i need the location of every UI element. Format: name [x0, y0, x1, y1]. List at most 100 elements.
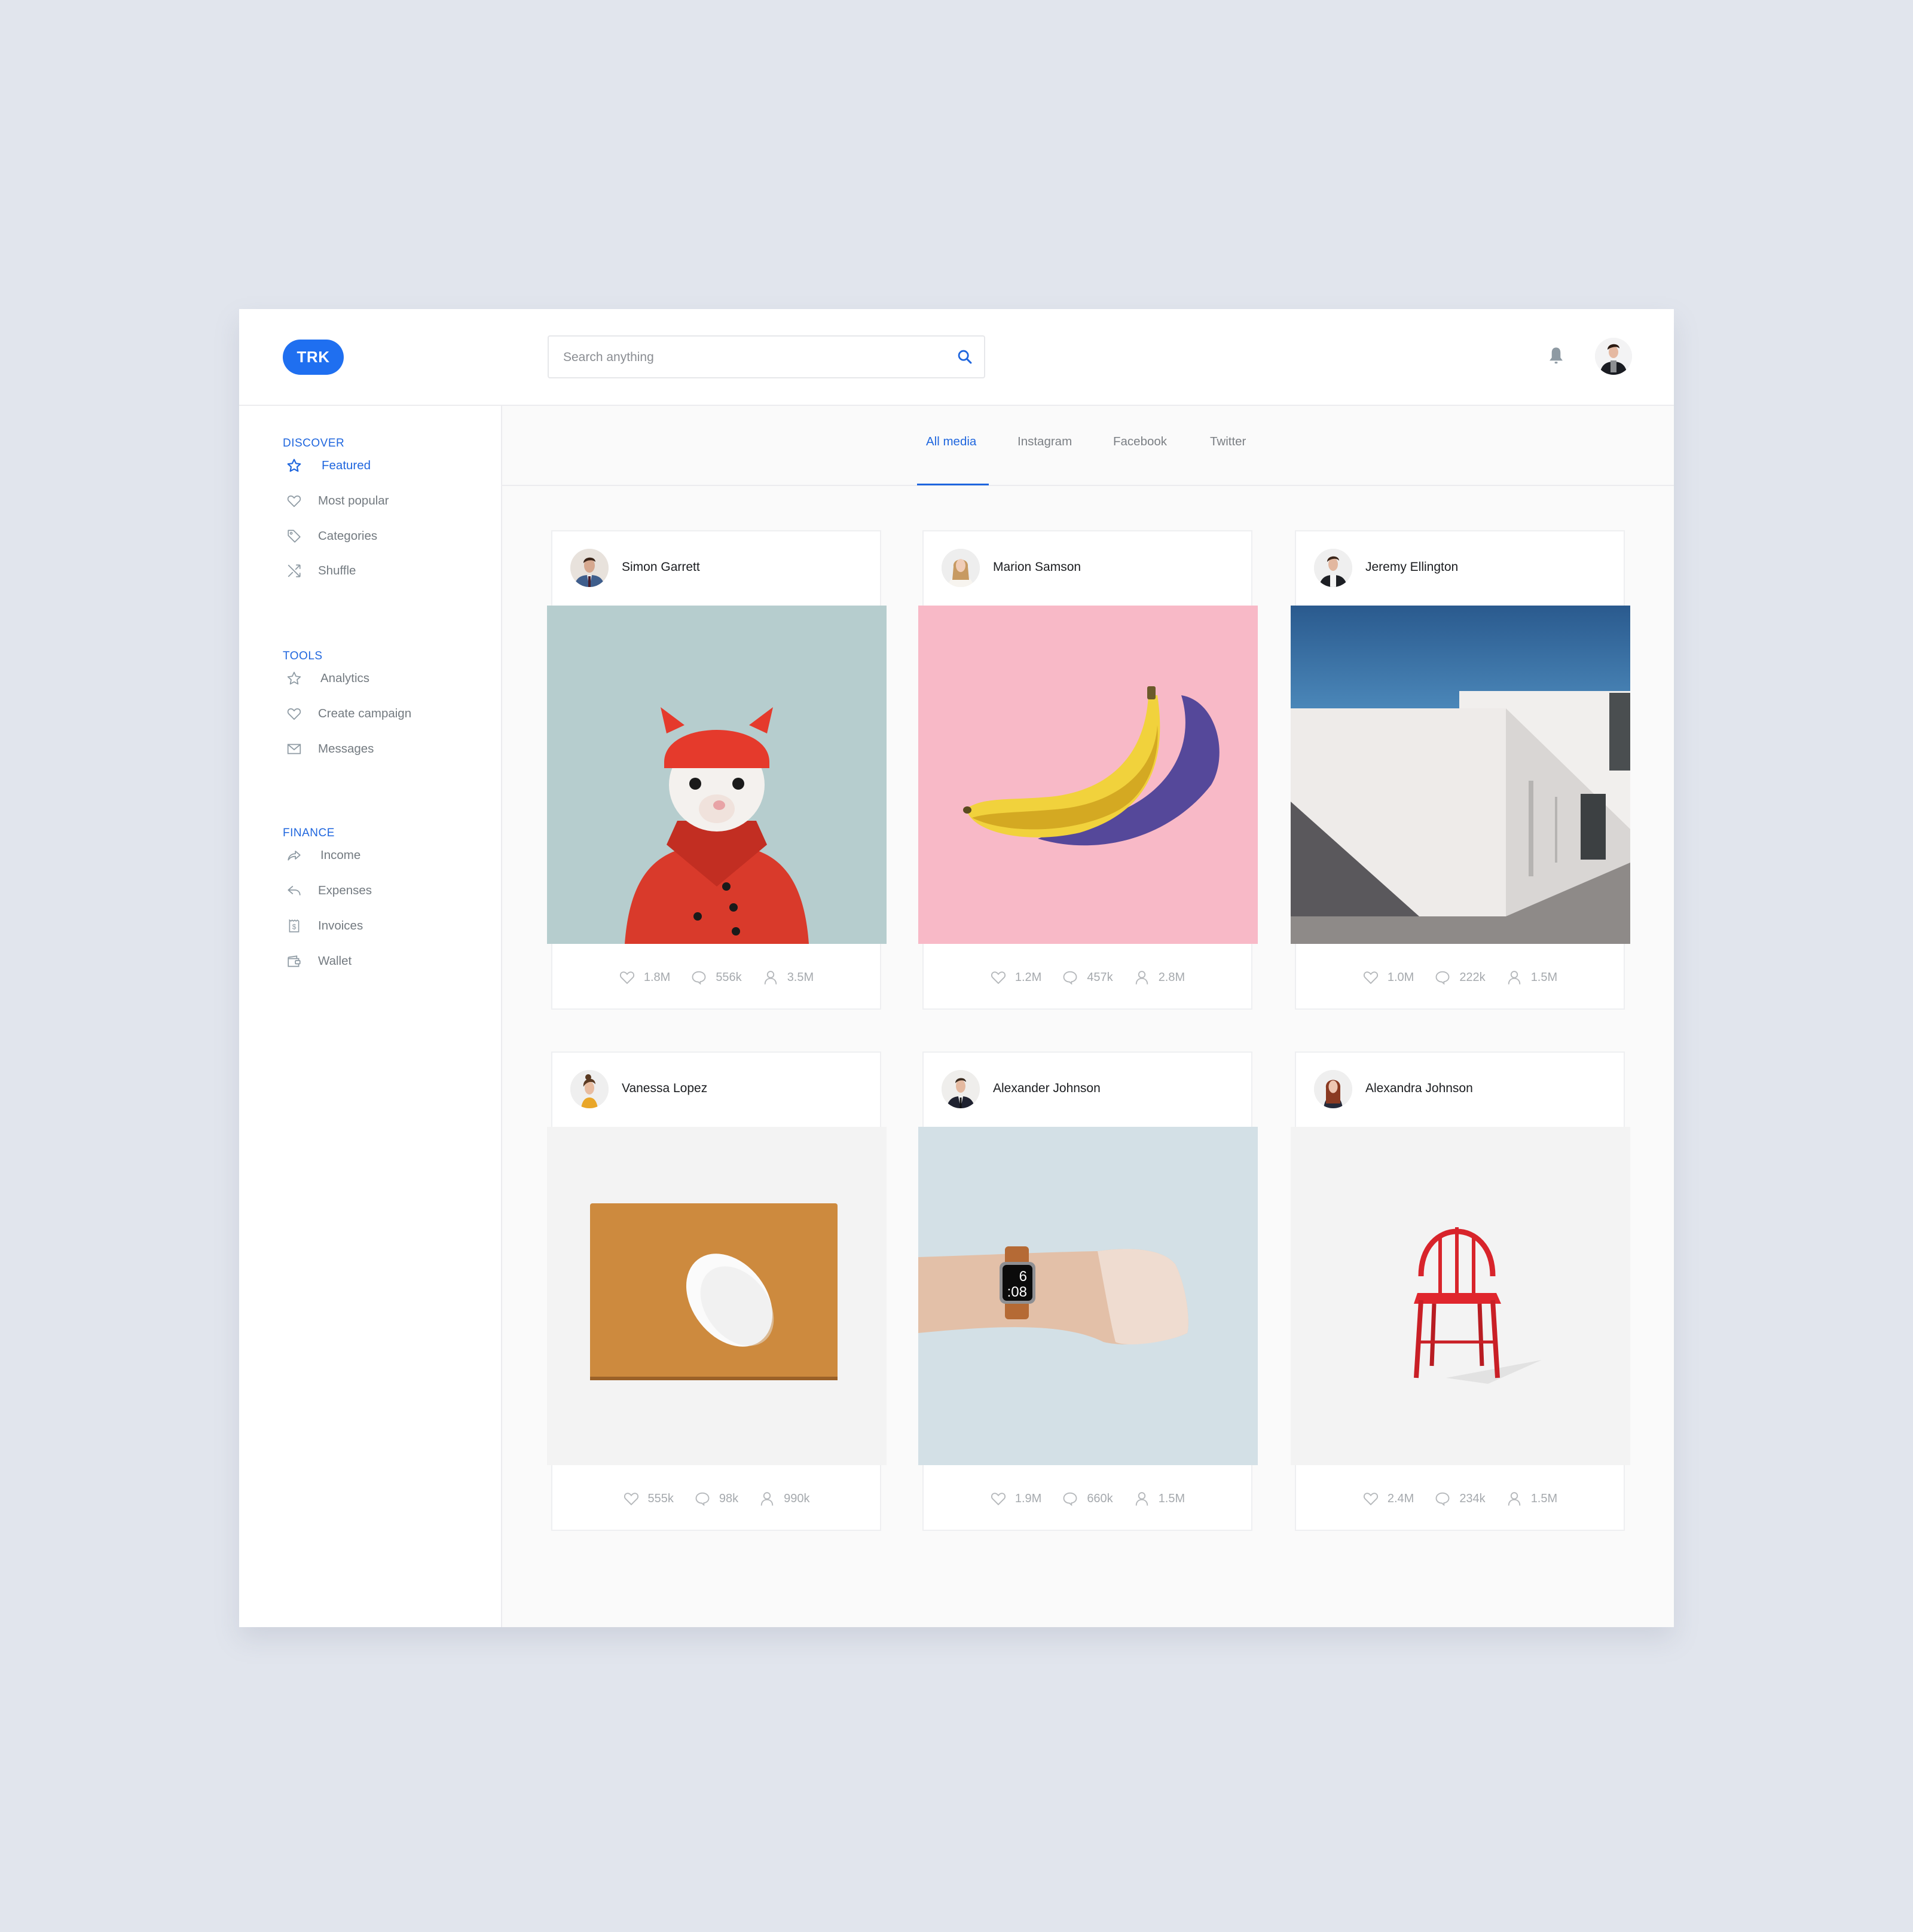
sidebar-item-label: Categories: [318, 529, 378, 543]
sidebar-item-analytics[interactable]: Analytics: [286, 667, 369, 690]
likes-count: 555k: [647, 1491, 674, 1505]
sidebar-item-featured[interactable]: Featured: [286, 454, 371, 478]
comments-stat[interactable]: 457k: [1062, 969, 1113, 986]
post-image[interactable]: [547, 606, 887, 944]
likes-stat[interactable]: 1.2M: [990, 969, 1041, 986]
sidebar-item-invoices[interactable]: $ Invoices: [286, 914, 363, 938]
followers-stat[interactable]: 1.5M: [1133, 1490, 1185, 1507]
followers-stat[interactable]: 3.5M: [762, 969, 814, 986]
user-icon: [1508, 971, 1520, 985]
sidebar-item-most-popular[interactable]: Most popular: [286, 489, 389, 513]
heart-icon: [991, 1493, 1006, 1506]
post-image[interactable]: [1291, 606, 1630, 944]
author-name[interactable]: Simon Garrett: [622, 560, 700, 574]
likes-count: 1.8M: [643, 970, 671, 984]
card-header: Alexandra Johnson: [1296, 1053, 1624, 1127]
author-avatar[interactable]: [1314, 1070, 1352, 1108]
followers-stat[interactable]: 990k: [759, 1490, 810, 1507]
card-header: Alexander Johnson: [924, 1053, 1251, 1127]
logo[interactable]: TRK: [283, 340, 344, 375]
comments-stat[interactable]: 234k: [1434, 1490, 1486, 1507]
likes-stat[interactable]: 1.9M: [990, 1490, 1041, 1507]
sidebar-item-create-campaign[interactable]: Create campaign: [286, 702, 411, 726]
sidebar-item-wallet[interactable]: Wallet: [286, 949, 352, 973]
ermine-illustration: [625, 707, 809, 944]
author-avatar[interactable]: [1314, 549, 1352, 587]
user-icon: [1508, 1492, 1520, 1506]
search-input[interactable]: [562, 337, 935, 378]
author-avatar[interactable]: [942, 1070, 980, 1108]
sidebar-item-messages[interactable]: Messages: [286, 737, 374, 761]
tab-twitter[interactable]: Twitter: [1210, 435, 1246, 449]
tab-all-media[interactable]: All media: [926, 435, 976, 449]
media-card[interactable]: Simon Garrett 1.8M 556k 3.5M: [547, 530, 887, 1010]
card-stats: 555k 98k 990k: [552, 1465, 880, 1532]
section-title-finance: FINANCE: [283, 827, 335, 839]
comment-icon: [1063, 1492, 1077, 1506]
user-avatar[interactable]: [1595, 338, 1632, 375]
star-icon: [286, 457, 302, 474]
search-icon[interactable]: [956, 349, 973, 365]
media-card[interactable]: Jeremy Ellington 1.0M 222k 1.5M: [1291, 530, 1630, 1010]
comments-count: 234k: [1459, 1491, 1486, 1505]
media-card[interactable]: Alexander Johnson 6 :08 1.9M 660k 1.5M: [918, 1051, 1258, 1531]
comment-icon: [1063, 971, 1077, 985]
followers-count: 1.5M: [1530, 970, 1558, 984]
post-image[interactable]: [918, 606, 1258, 944]
comments-stat[interactable]: 660k: [1062, 1490, 1113, 1507]
comment-icon: [692, 971, 706, 985]
building-illustration: [1291, 691, 1630, 944]
svg-text:$: $: [292, 922, 297, 931]
user-icon: [1135, 971, 1148, 985]
sidebar: DISCOVER Featured Most popular Categorie…: [239, 406, 502, 1627]
likes-stat[interactable]: 1.0M: [1362, 969, 1414, 986]
user-icon: [760, 1492, 774, 1506]
likes-count: 1.9M: [1014, 1491, 1042, 1505]
author-name[interactable]: Alexandra Johnson: [1365, 1081, 1473, 1096]
heart-icon: [1363, 1493, 1378, 1506]
comments-stat[interactable]: 98k: [694, 1490, 738, 1507]
card-header: Marion Samson: [924, 531, 1251, 606]
tab-facebook[interactable]: Facebook: [1113, 435, 1167, 449]
comments-stat[interactable]: 222k: [1434, 969, 1486, 986]
sidebar-item-shuffle[interactable]: Shuffle: [286, 559, 356, 583]
followers-count: 2.8M: [1158, 970, 1185, 984]
card-header: Vanessa Lopez: [552, 1053, 880, 1127]
author-name[interactable]: Alexander Johnson: [993, 1081, 1101, 1096]
followers-stat[interactable]: 2.8M: [1133, 969, 1185, 986]
followers-count: 3.5M: [787, 970, 814, 984]
media-card[interactable]: Marion Samson 1.2M 457k 2.8M: [918, 530, 1258, 1010]
post-image[interactable]: [1291, 1127, 1630, 1465]
comments-count: 556k: [716, 970, 742, 984]
author-avatar[interactable]: [570, 549, 609, 587]
tab-instagram[interactable]: Instagram: [1017, 435, 1072, 449]
author-name[interactable]: Vanessa Lopez: [622, 1081, 707, 1096]
likes-stat[interactable]: 1.8M: [619, 969, 670, 986]
card-header: Jeremy Ellington: [1296, 531, 1624, 606]
author-name[interactable]: Marion Samson: [993, 560, 1081, 574]
sidebar-item-categories[interactable]: Categories: [286, 524, 377, 548]
author-name[interactable]: Jeremy Ellington: [1365, 560, 1458, 574]
post-image[interactable]: 6 :08: [918, 1127, 1258, 1465]
media-card[interactable]: Vanessa Lopez 555k 98k 990k: [547, 1051, 887, 1532]
author-avatar[interactable]: [942, 549, 980, 587]
user-icon: [1135, 1492, 1148, 1506]
author-avatar[interactable]: [570, 1070, 609, 1108]
followers-stat[interactable]: 1.5M: [1506, 969, 1557, 986]
bell-icon[interactable]: [1547, 346, 1565, 366]
sidebar-item-expenses[interactable]: Expenses: [286, 879, 372, 903]
sidebar-item-label: Expenses: [318, 884, 372, 897]
search-box[interactable]: [548, 335, 985, 378]
sidebar-item-label: Shuffle: [318, 564, 356, 577]
followers-stat[interactable]: 1.5M: [1506, 1490, 1557, 1507]
likes-stat[interactable]: 555k: [623, 1490, 674, 1507]
comments-count: 98k: [719, 1491, 739, 1505]
post-image[interactable]: [547, 1127, 887, 1465]
comment-icon: [1435, 971, 1450, 985]
media-card[interactable]: Alexandra Johnson 2.4M 234k 1.5M: [1291, 1051, 1630, 1531]
likes-stat[interactable]: 2.4M: [1362, 1490, 1414, 1507]
user-icon: [764, 971, 777, 985]
tag-icon: [286, 528, 302, 545]
comments-stat[interactable]: 556k: [690, 969, 742, 986]
sidebar-item-income[interactable]: Income: [286, 843, 360, 867]
